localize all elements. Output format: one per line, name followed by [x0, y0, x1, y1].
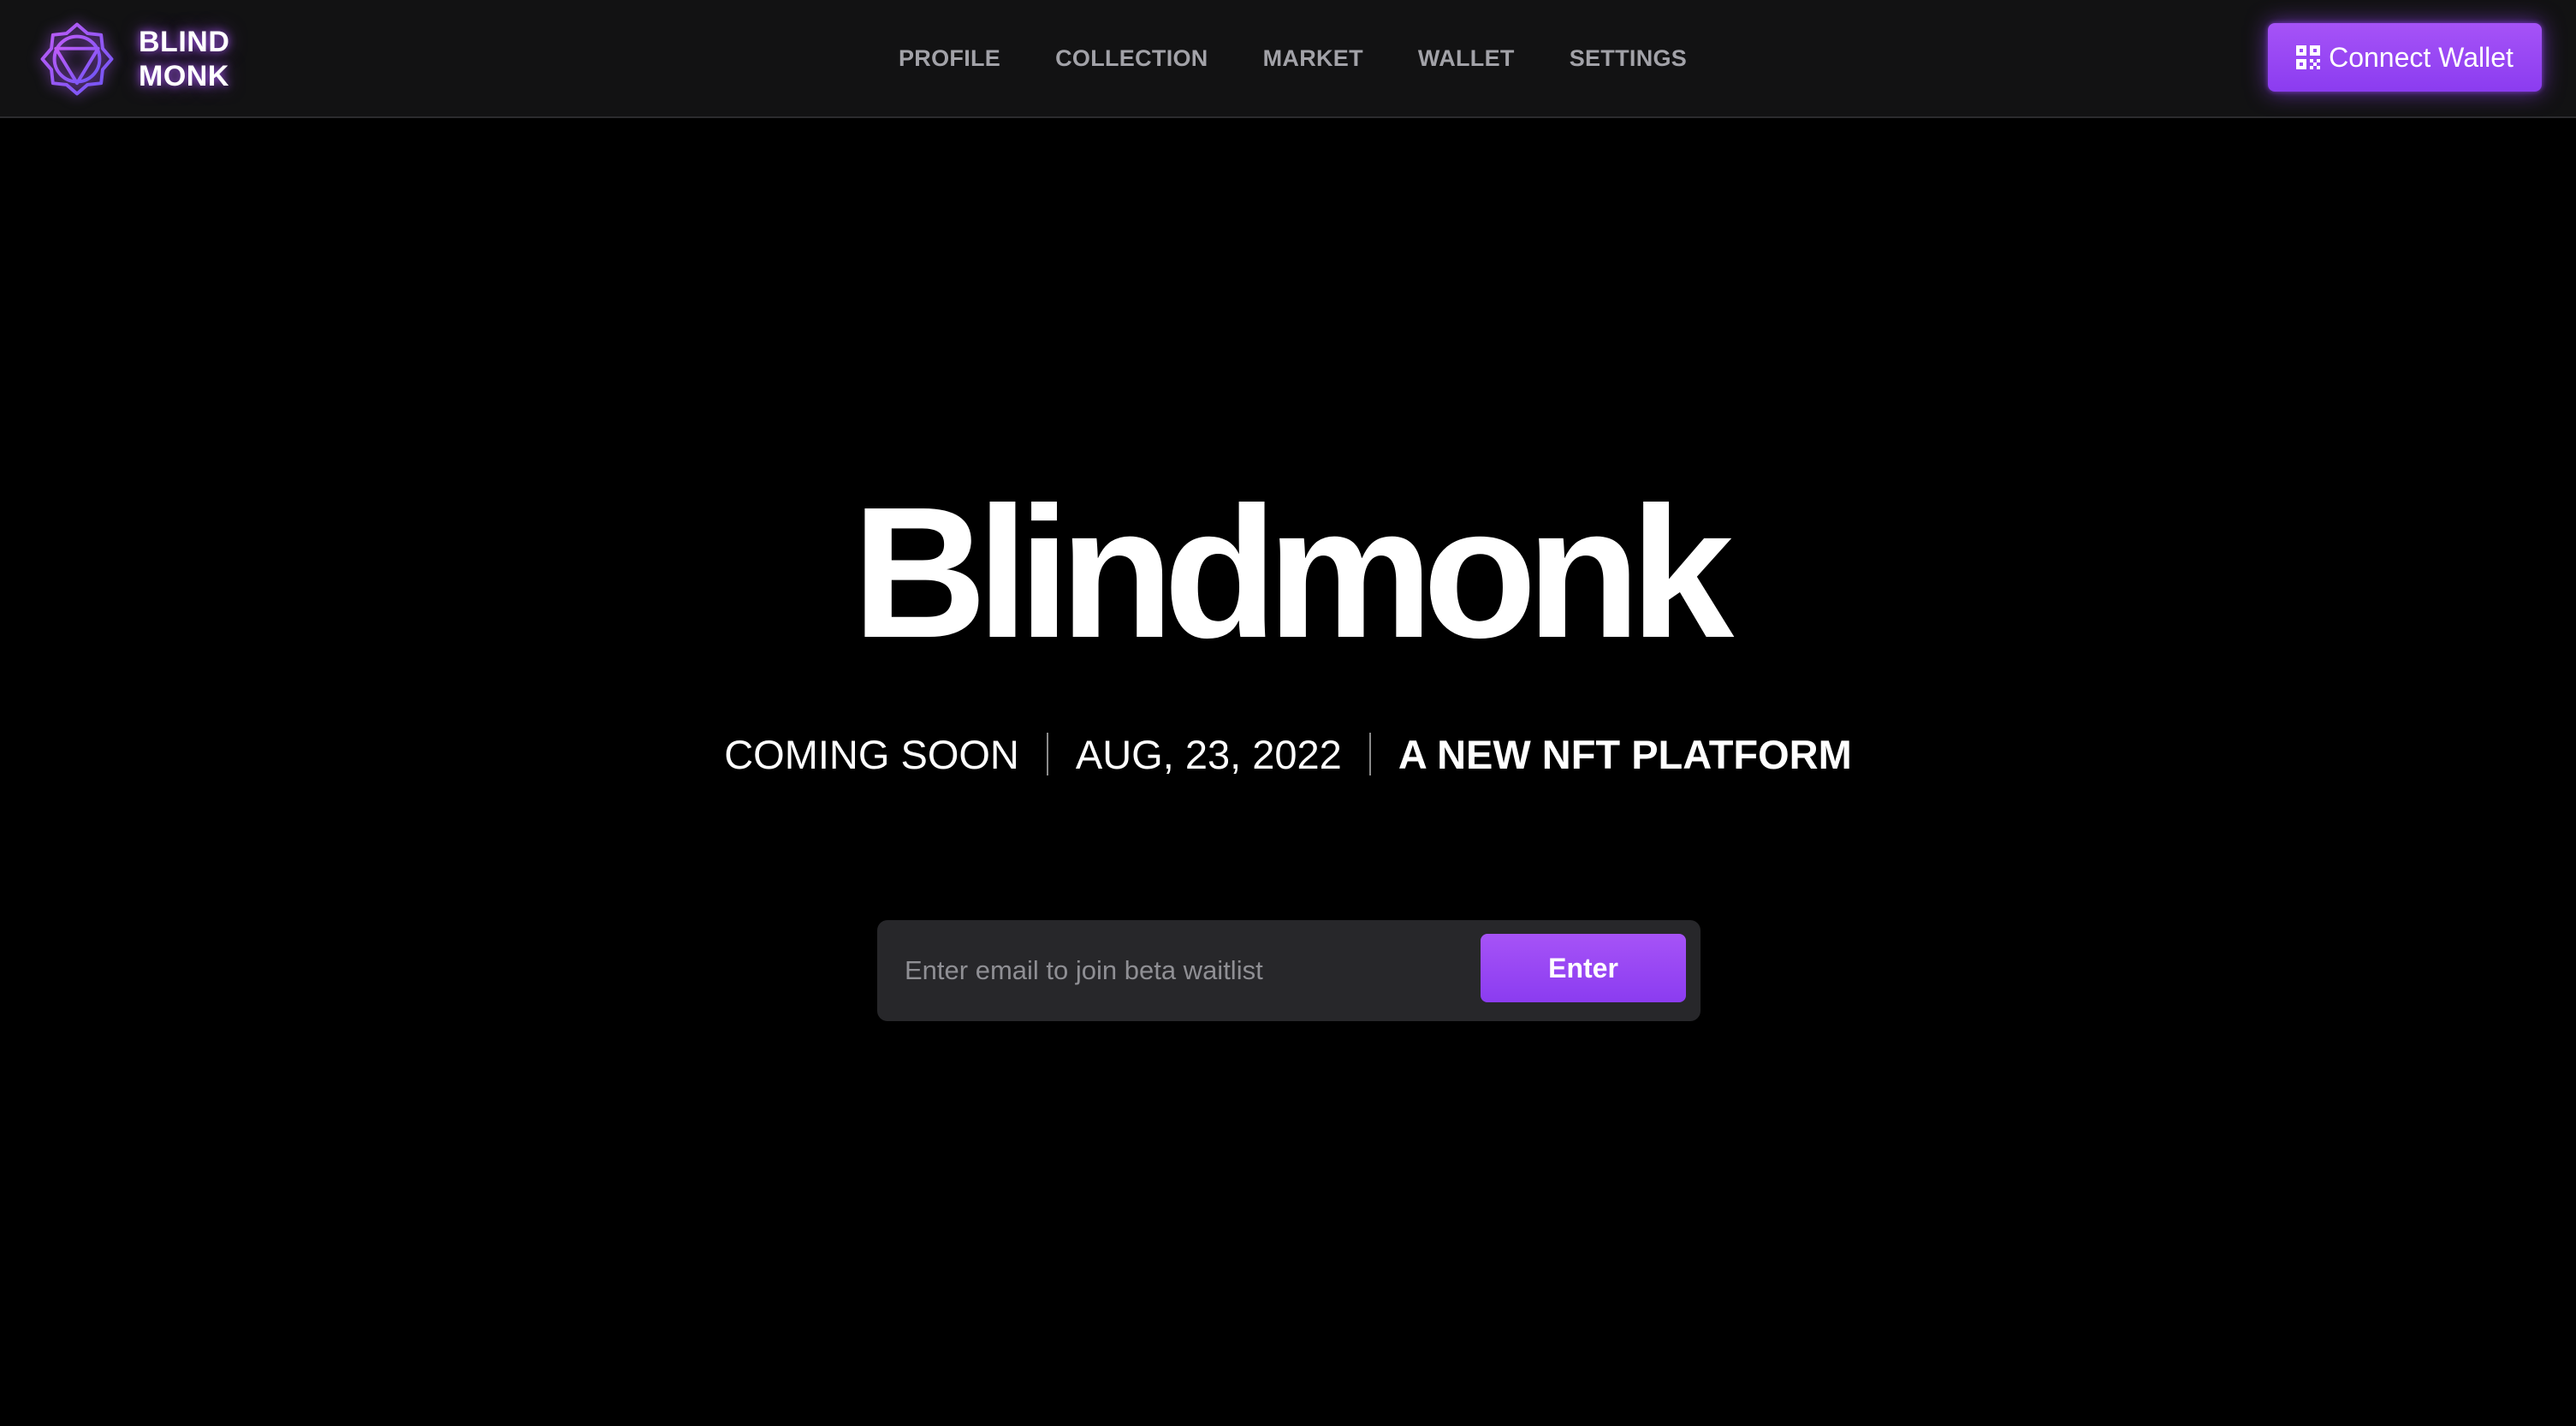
nav-item-wallet[interactable]: WALLET — [1418, 45, 1515, 72]
email-input[interactable] — [905, 937, 1461, 1004]
connect-wallet-label: Connect Wallet — [2329, 41, 2514, 73]
nav-item-market[interactable]: MARKET — [1263, 45, 1363, 72]
landing-page: BLIND MONK PROFILE COLLECTION MARKET WAL… — [0, 0, 2576, 1426]
enter-button[interactable]: Enter — [1481, 934, 1686, 1002]
top-navbar: BLIND MONK PROFILE COLLECTION MARKET WAL… — [0, 0, 2576, 118]
tagline-divider — [1368, 733, 1371, 775]
waitlist-form: Enter — [877, 920, 1701, 1021]
brand-wordmark: BLIND MONK — [139, 25, 229, 93]
hero-tagline: COMING SOON AUG, 23, 2022 A NEW NFT PLAT… — [0, 728, 2576, 781]
hero-title: Blindmonk — [852, 469, 1734, 677]
brand-name-line1: BLIND — [139, 26, 230, 58]
brand-home-link[interactable]: BLIND MONK — [39, 19, 229, 99]
tagline-divider — [1046, 733, 1048, 775]
nav-item-profile[interactable]: PROFILE — [899, 45, 1000, 72]
connect-wallet-button[interactable]: Connect Wallet — [2268, 23, 2542, 92]
nav-item-collection[interactable]: COLLECTION — [1055, 45, 1208, 72]
main-nav: PROFILE COLLECTION MARKET WALLET SETTING… — [899, 0, 1687, 116]
qr-code-icon — [2296, 45, 2321, 69]
hexagram-logo-icon — [40, 22, 114, 96]
launch-status: COMING SOON — [724, 731, 1019, 777]
brand-name-line2: MONK — [139, 60, 229, 92]
launch-date: AUG, 23, 2022 — [1075, 731, 1342, 777]
platform-description: A NEW NFT PLATFORM — [1398, 731, 1852, 777]
nav-item-settings[interactable]: SETTINGS — [1570, 45, 1687, 72]
